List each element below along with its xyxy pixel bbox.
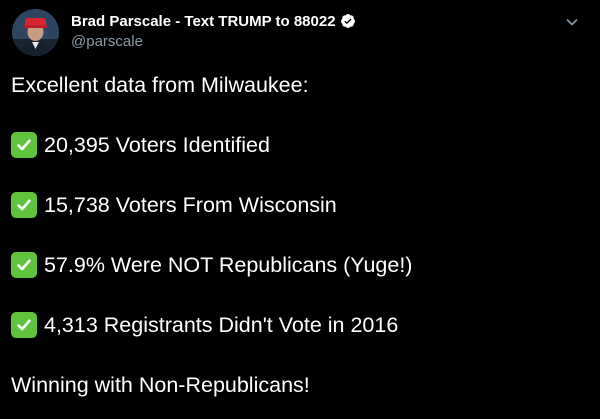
- author-name-row[interactable]: Brad Parscale - Text TRUMP to 88022: [71, 11, 356, 31]
- check-mark-icon: ✅: [11, 312, 37, 338]
- display-name[interactable]: Brad Parscale - Text TRUMP to 88022: [71, 13, 336, 30]
- tweet-card: Brad Parscale - Text TRUMP to 88022 @par…: [0, 0, 600, 419]
- check-mark-icon: ✅: [11, 132, 37, 158]
- check-mark-icon: ✅: [11, 192, 37, 218]
- list-item: ✅ 20,395 Voters Identified: [11, 130, 591, 160]
- tweet-intro-line: Excellent data from Milwaukee:: [11, 70, 591, 100]
- tweet-intro: Excellent data from Milwaukee:: [11, 73, 309, 97]
- avatar[interactable]: [12, 9, 59, 56]
- verified-badge-icon: [340, 13, 356, 29]
- list-item-text: 57.9% Were NOT Republicans (Yuge!): [44, 253, 413, 277]
- chevron-down-icon[interactable]: [562, 12, 582, 32]
- author-handle[interactable]: @parscale: [71, 33, 143, 50]
- tweet-closing-line: Winning with Non-Republicans!: [11, 370, 591, 400]
- check-mark-icon: ✅: [11, 252, 37, 278]
- list-item: ✅ 4,313 Registrants Didn't Vote in 2016: [11, 310, 591, 340]
- tweet-text: Excellent data from Milwaukee: ✅ 20,395 …: [11, 70, 591, 400]
- list-item-text: 15,738 Voters From Wisconsin: [44, 193, 337, 217]
- list-item-text: 4,313 Registrants Didn't Vote in 2016: [44, 313, 399, 337]
- list-item-text: 20,395 Voters Identified: [44, 133, 270, 157]
- list-item: ✅ 57.9% Were NOT Republicans (Yuge!): [11, 250, 591, 280]
- tweet-closing: Winning with Non-Republicans!: [11, 373, 310, 397]
- list-item: ✅ 15,738 Voters From Wisconsin: [11, 190, 591, 220]
